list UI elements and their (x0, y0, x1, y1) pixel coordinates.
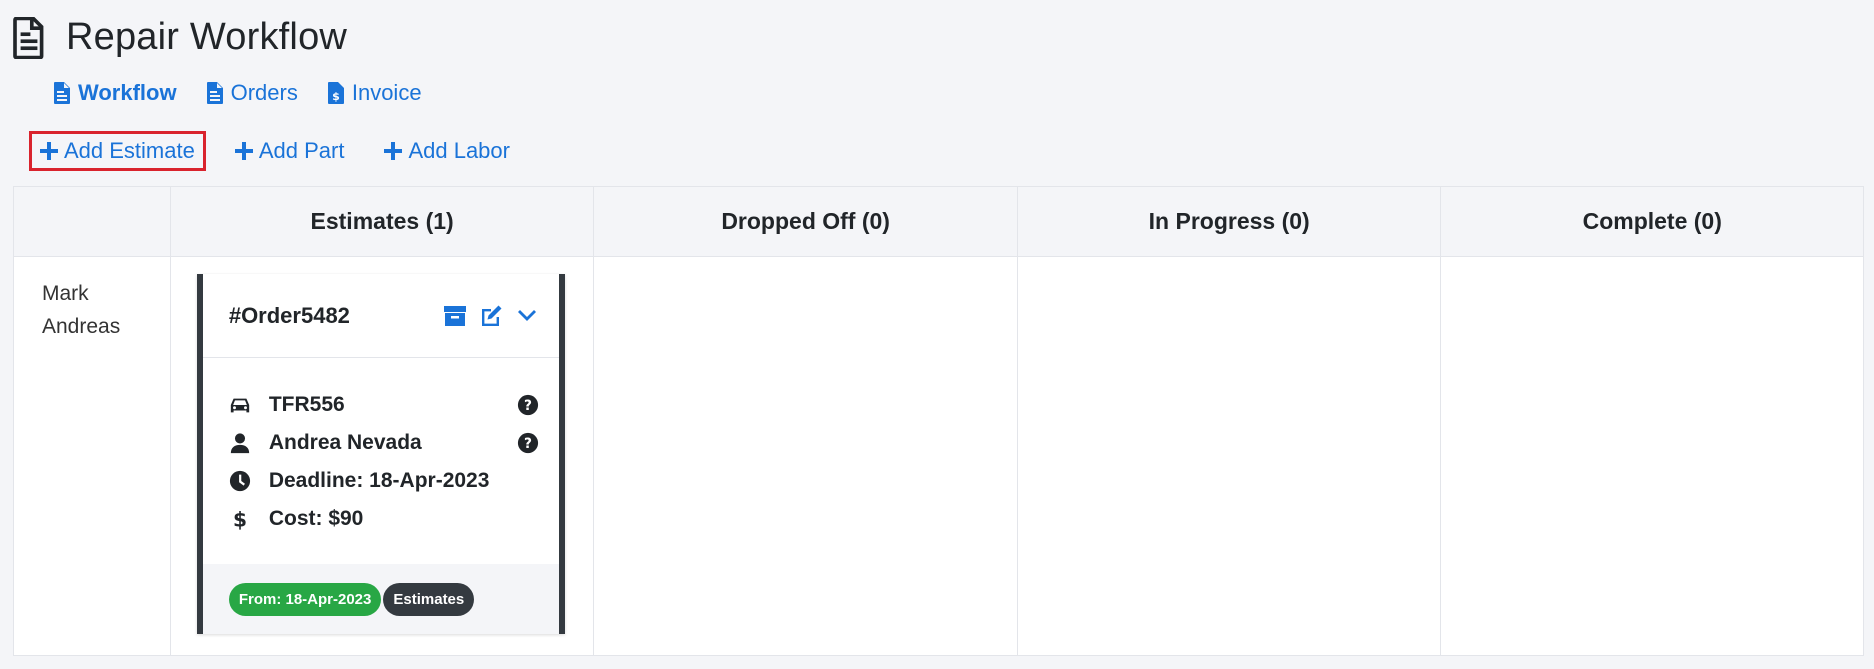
page-header: Repair Workflow (12, 16, 347, 59)
action-bar: Add Estimate Add Part Add Labor (29, 131, 521, 171)
plate-number: TFR556 (268, 393, 345, 416)
chevron-down-icon[interactable] (515, 304, 539, 328)
tab-workflow[interactable]: Workflow (54, 80, 177, 106)
status-badge: Estimates (383, 582, 475, 616)
customer-row: Andrea Nevada ? (229, 424, 539, 462)
tab-label: Orders (230, 80, 298, 105)
add-estimate-button[interactable]: Add Estimate (29, 131, 206, 171)
board-row: Mark Andreas #Order5482 TFR556 ? Andrea … (14, 257, 1863, 656)
complete-lane[interactable] (1440, 257, 1863, 656)
tab-invoice[interactable]: $ Invoice (327, 80, 422, 106)
customer-name: Andrea Nevada (268, 431, 422, 454)
question-circle-icon[interactable]: ? (517, 432, 539, 454)
kanban-board: Estimates (1) Dropped Off (0) In Progres… (13, 186, 1864, 656)
card-body: TFR556 ? Andrea Nevada ? Deadline: 18-Ap… (203, 358, 559, 564)
svg-text:$: $ (233, 508, 247, 530)
add-labor-label: Add Labor (408, 138, 510, 163)
from-date-badge: From: 18-Apr-2023 (228, 582, 382, 616)
edit-icon[interactable] (479, 304, 503, 328)
page-title: Repair Workflow (66, 16, 348, 58)
plate-row: TFR556 ? (229, 386, 539, 424)
owner-cell: Mark Andreas (14, 257, 170, 656)
file-invoice-icon (13, 16, 44, 59)
tab-orders[interactable]: Orders (206, 80, 298, 106)
owner-column-header (14, 187, 170, 256)
dollar-icon: $ (233, 508, 247, 530)
column-header-dropped-off: Dropped Off (0) (593, 187, 1017, 256)
tab-nav: Workflow Orders $ Invoice (54, 80, 422, 106)
file-icon (206, 82, 223, 104)
owner-first-name: Mark (42, 282, 89, 305)
plus-icon (384, 142, 403, 160)
column-header-complete: Complete (0) (1440, 187, 1863, 256)
tab-label: Invoice (351, 80, 422, 105)
question-circle-icon[interactable]: ? (517, 394, 539, 416)
estimates-lane[interactable]: #Order5482 TFR556 ? Andrea Nevada ? Dead… (169, 257, 594, 656)
archive-icon[interactable] (443, 304, 467, 328)
deadline-row: Deadline: 18-Apr-2023 (229, 462, 539, 500)
cost: Cost: $90 (268, 507, 364, 530)
card-footer: From: 18-Apr-2023 Estimates (202, 564, 559, 634)
add-labor-button[interactable]: Add Labor (373, 131, 521, 171)
order-card[interactable]: #Order5482 TFR556 ? Andrea Nevada ? Dead… (196, 274, 565, 634)
column-header-estimates: Estimates (1) (169, 187, 594, 256)
owner-name: Mark Andreas (42, 277, 120, 343)
owner-last-name: Andreas (42, 315, 121, 338)
card-tools (443, 304, 539, 328)
add-estimate-label: Add Estimate (64, 138, 195, 163)
in-progress-lane[interactable] (1016, 257, 1441, 656)
tab-label: Workflow (78, 80, 177, 105)
svg-text:?: ? (524, 436, 532, 452)
clock-icon (229, 470, 250, 492)
file-icon (54, 82, 70, 104)
svg-text:?: ? (524, 398, 532, 414)
order-id: #Order5482 (228, 302, 350, 328)
user-icon (230, 433, 249, 454)
column-header-in-progress: In Progress (0) (1016, 187, 1441, 256)
deadline: Deadline: 18-Apr-2023 (268, 469, 490, 492)
plus-icon (40, 142, 58, 160)
invoice-dollar-icon: $ (327, 82, 344, 104)
card-header: #Order5482 (202, 274, 559, 358)
cost-row: $ Cost: $90 (229, 500, 539, 538)
add-part-button[interactable]: Add Part (224, 131, 356, 171)
plus-icon (234, 142, 253, 160)
svg-text:$: $ (332, 90, 340, 103)
add-part-label: Add Part (258, 138, 345, 163)
board-header: Estimates (1) Dropped Off (0) In Progres… (14, 187, 1863, 257)
car-icon (230, 398, 249, 413)
dropped-off-lane[interactable] (593, 257, 1017, 656)
